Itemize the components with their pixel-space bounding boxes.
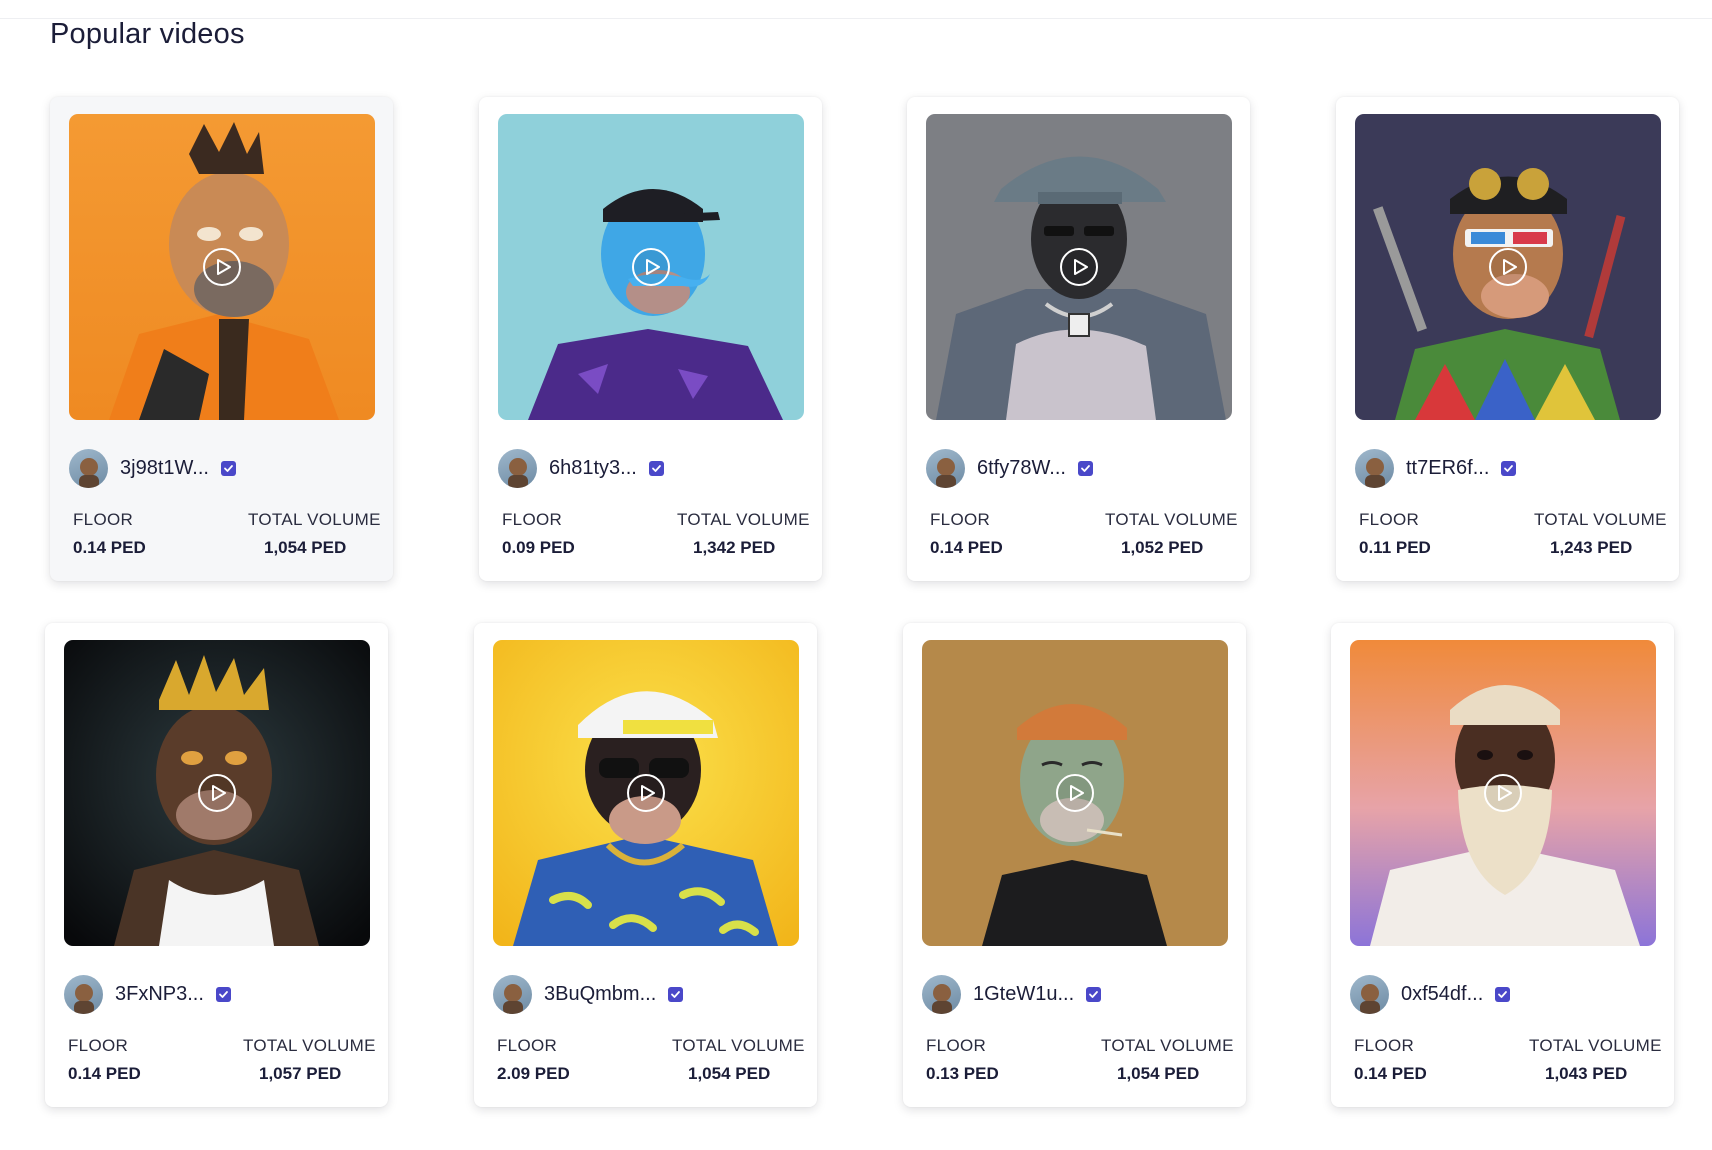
verified-check-icon [220, 460, 236, 476]
avatar[interactable] [922, 974, 961, 1014]
creator-row[interactable]: tt7ER6f... [1355, 448, 1517, 488]
floor-label: FLOOR [497, 1036, 558, 1055]
avatar[interactable] [64, 974, 103, 1014]
floor-label: FLOOR [930, 510, 991, 529]
play-circle-icon[interactable] [632, 248, 670, 286]
total-volume-label: TOTAL VOLUME [243, 1036, 376, 1055]
creator-handle[interactable]: 6h81ty3... [549, 457, 637, 480]
floor-value: 0.14 PED [930, 538, 1003, 557]
video-card[interactable]: 6tfy78W... FLOOR TOTAL VOLUME 0.14 PED 1… [907, 97, 1250, 581]
floor-value: 2.09 PED [497, 1064, 570, 1083]
verified-check-icon [1495, 986, 1511, 1002]
total-volume-value: 1,057 PED [259, 1064, 342, 1083]
floor-value: 0.09 PED [502, 538, 575, 557]
floor-label: FLOOR [502, 510, 563, 529]
video-thumbnail[interactable] [498, 114, 804, 420]
creator-row[interactable]: 6h81ty3... [498, 448, 664, 488]
play-circle-icon[interactable] [1484, 774, 1522, 812]
total-volume-value: 1,243 PED [1550, 538, 1633, 557]
creator-row[interactable]: 3BuQmbm... [493, 974, 684, 1014]
video-card[interactable]: 0xf54df... FLOOR TOTAL VOLUME 0.14 PED 1… [1331, 623, 1674, 1107]
play-circle-icon[interactable] [1056, 774, 1094, 812]
video-card[interactable]: 3BuQmbm... FLOOR TOTAL VOLUME 2.09 PED 1… [474, 623, 817, 1107]
total-volume-value: 1,054 PED [1117, 1064, 1200, 1083]
avatar[interactable] [498, 448, 537, 488]
video-thumbnail[interactable] [69, 114, 375, 420]
total-volume-value: 1,342 PED [693, 538, 776, 557]
total-volume-value: 1,052 PED [1121, 538, 1204, 557]
creator-row[interactable]: 0xf54df... [1350, 974, 1511, 1014]
total-volume-label: TOTAL VOLUME [677, 510, 810, 529]
verified-check-icon [215, 986, 231, 1002]
avatar[interactable] [493, 974, 532, 1014]
creator-row[interactable]: 6tfy78W... [926, 448, 1093, 488]
avatar[interactable] [1355, 448, 1394, 488]
creator-handle[interactable]: 0xf54df... [1401, 983, 1483, 1006]
total-volume-label: TOTAL VOLUME [672, 1036, 805, 1055]
floor-value: 0.14 PED [1354, 1064, 1427, 1083]
total-volume-value: 1,054 PED [264, 538, 347, 557]
verified-check-icon [668, 986, 684, 1002]
video-thumbnail[interactable] [922, 640, 1228, 946]
video-card[interactable]: 3FxNP3... FLOOR TOTAL VOLUME 0.14 PED 1,… [45, 623, 388, 1107]
video-card[interactable]: 6h81ty3... FLOOR TOTAL VOLUME 0.09 PED 1… [479, 97, 822, 581]
creator-handle[interactable]: 3j98t1W... [120, 457, 209, 480]
floor-label: FLOOR [1354, 1036, 1415, 1055]
verified-check-icon [1086, 986, 1102, 1002]
play-circle-icon[interactable] [1060, 248, 1098, 286]
video-card[interactable]: 1GteW1u... FLOOR TOTAL VOLUME 0.13 PED 1… [903, 623, 1246, 1107]
creator-handle[interactable]: 6tfy78W... [977, 457, 1066, 480]
video-thumbnail[interactable] [64, 640, 370, 946]
video-thumbnail[interactable] [926, 114, 1232, 420]
total-volume-label: TOTAL VOLUME [248, 510, 381, 529]
video-grid: 3j98t1W... FLOOR TOTAL VOLUME 0.14 PED 1… [0, 0, 1712, 1150]
floor-label: FLOOR [68, 1036, 129, 1055]
verified-check-icon [1501, 460, 1517, 476]
play-circle-icon[interactable] [198, 774, 236, 812]
verified-check-icon [1077, 460, 1093, 476]
play-circle-icon[interactable] [1489, 248, 1527, 286]
creator-row[interactable]: 3FxNP3... [64, 974, 231, 1014]
floor-value: 0.13 PED [926, 1064, 999, 1083]
video-card[interactable]: 3j98t1W... FLOOR TOTAL VOLUME 0.14 PED 1… [50, 97, 393, 581]
total-volume-label: TOTAL VOLUME [1529, 1036, 1662, 1055]
video-thumbnail[interactable] [493, 640, 799, 946]
total-volume-label: TOTAL VOLUME [1534, 510, 1667, 529]
floor-label: FLOOR [926, 1036, 987, 1055]
creator-handle[interactable]: 3BuQmbm... [544, 983, 656, 1006]
creator-row[interactable]: 1GteW1u... [922, 974, 1102, 1014]
play-circle-icon[interactable] [627, 774, 665, 812]
floor-label: FLOOR [1359, 510, 1420, 529]
avatar[interactable] [1350, 974, 1389, 1014]
avatar[interactable] [69, 448, 108, 488]
total-volume-label: TOTAL VOLUME [1101, 1036, 1234, 1055]
floor-value: 0.14 PED [68, 1064, 141, 1083]
avatar[interactable] [926, 448, 965, 488]
verified-check-icon [648, 460, 664, 476]
video-card[interactable]: tt7ER6f... FLOOR TOTAL VOLUME 0.11 PED 1… [1336, 97, 1679, 581]
floor-value: 0.11 PED [1359, 538, 1431, 557]
creator-handle[interactable]: 3FxNP3... [115, 983, 204, 1006]
floor-value: 0.14 PED [73, 538, 146, 557]
creator-handle[interactable]: tt7ER6f... [1406, 457, 1489, 480]
creator-handle[interactable]: 1GteW1u... [973, 983, 1074, 1006]
play-circle-icon[interactable] [203, 248, 241, 286]
video-thumbnail[interactable] [1355, 114, 1661, 420]
total-volume-value: 1,043 PED [1545, 1064, 1628, 1083]
total-volume-label: TOTAL VOLUME [1105, 510, 1238, 529]
total-volume-value: 1,054 PED [688, 1064, 771, 1083]
creator-row[interactable]: 3j98t1W... [69, 448, 236, 488]
floor-label: FLOOR [73, 510, 134, 529]
video-thumbnail[interactable] [1350, 640, 1656, 946]
